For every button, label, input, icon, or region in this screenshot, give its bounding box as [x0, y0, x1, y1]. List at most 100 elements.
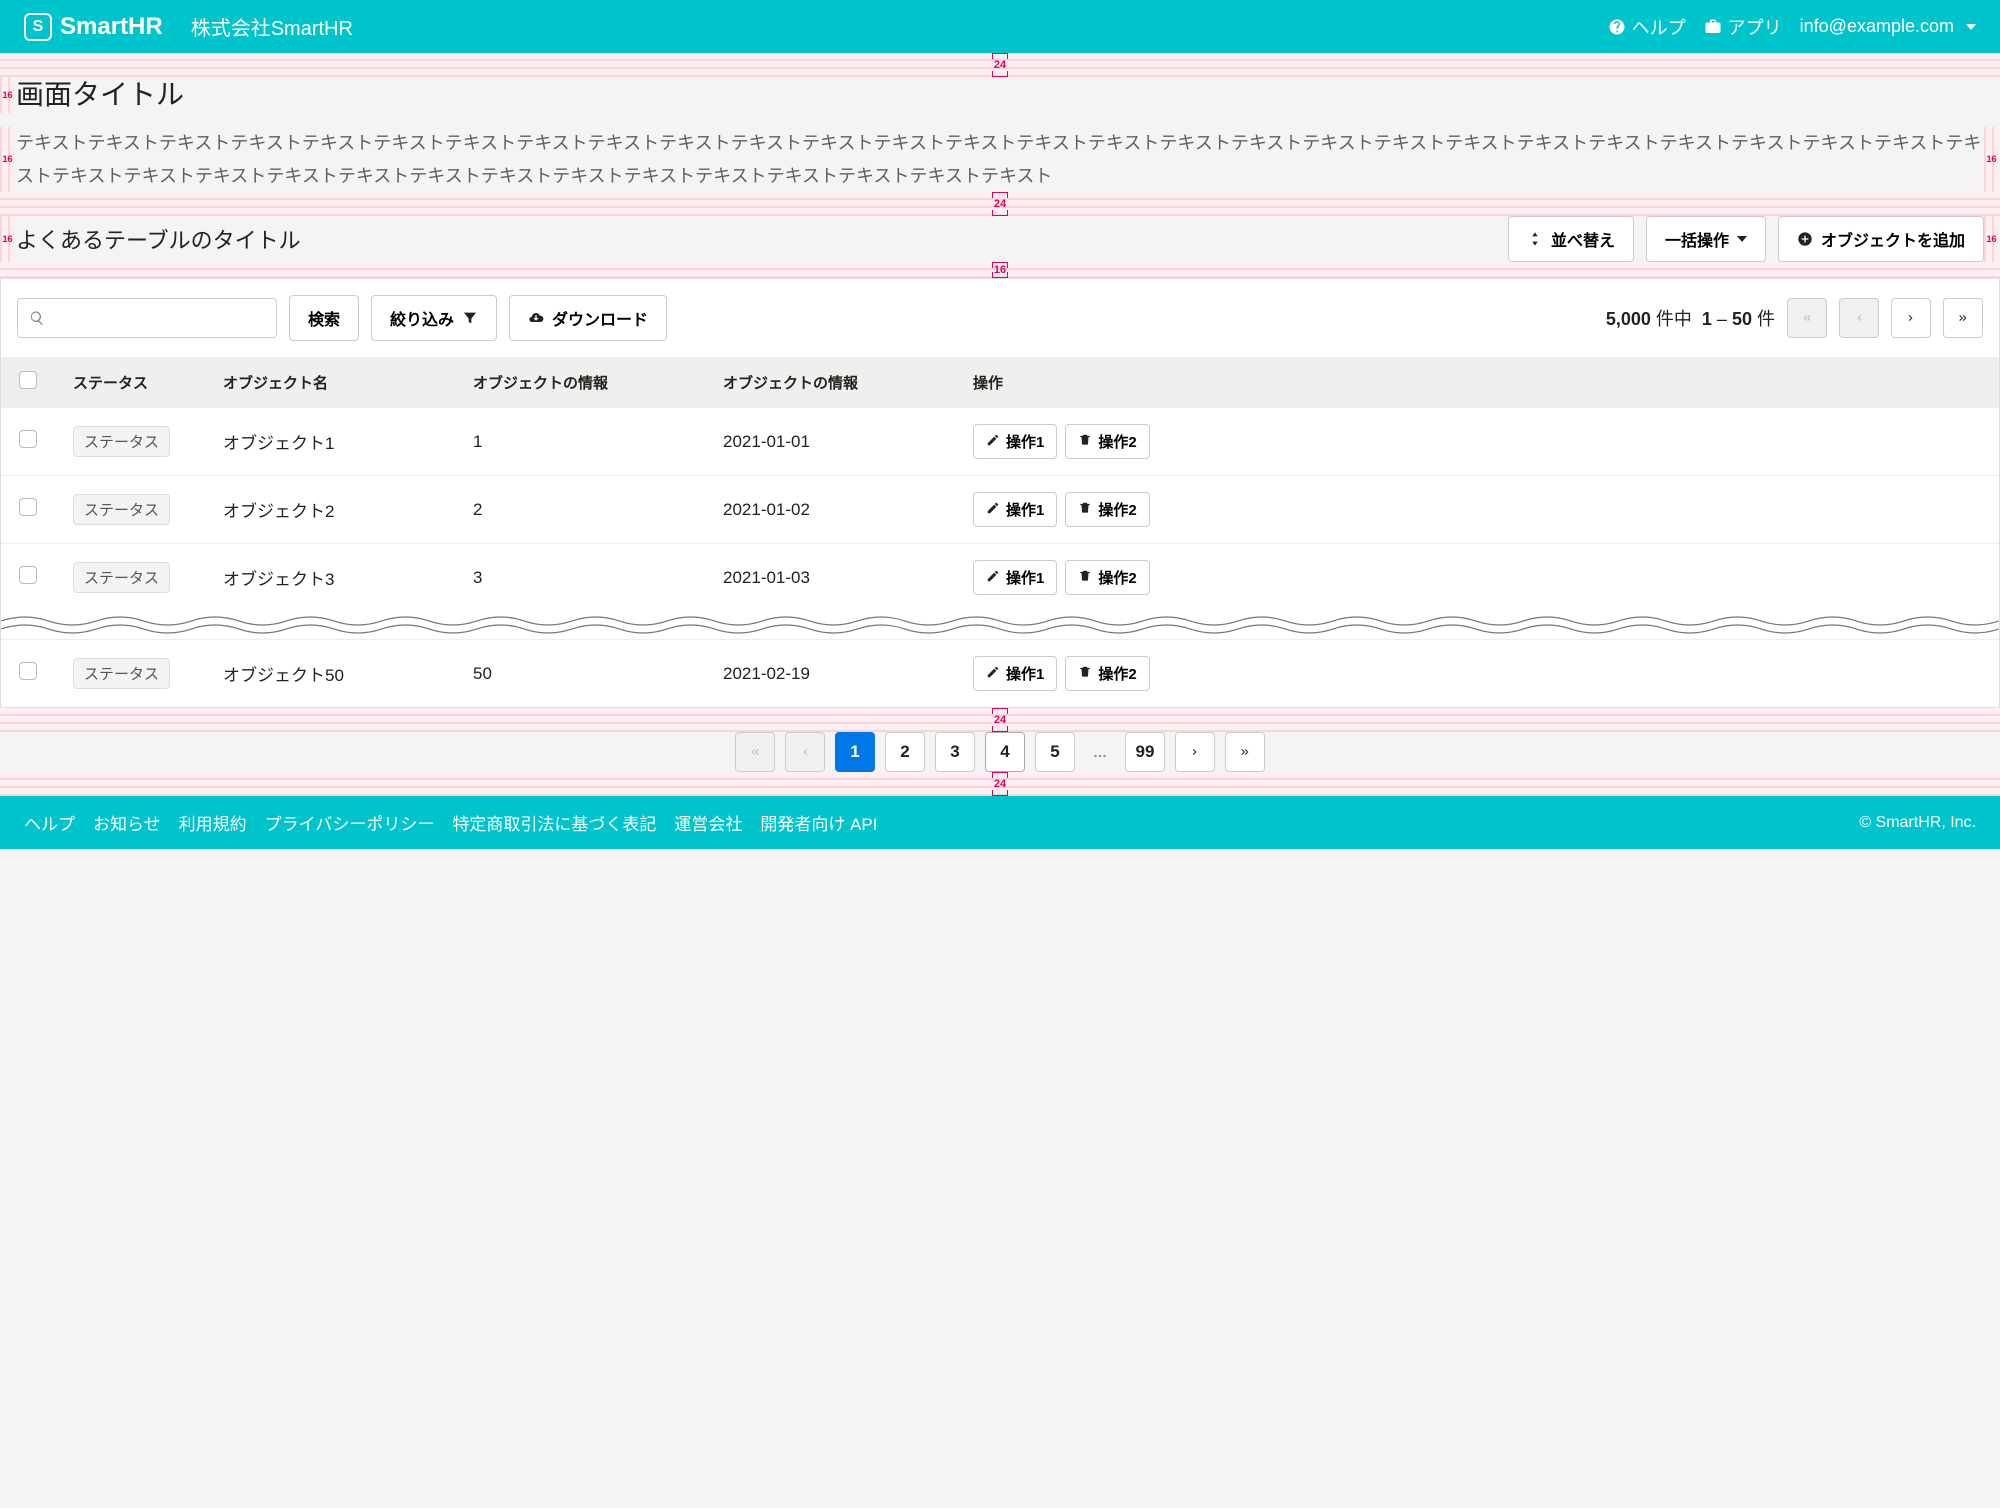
- brand-text: SmartHR: [60, 13, 163, 41]
- page-2[interactable]: 2: [885, 732, 925, 772]
- search-button[interactable]: 検索: [289, 295, 359, 341]
- sort-vertical-icon: [1527, 231, 1543, 247]
- page-last-button[interactable]: [1943, 298, 1983, 338]
- page-4[interactable]: 4: [985, 732, 1025, 772]
- chevrons-right-icon: [1239, 746, 1251, 758]
- status-chip: ステータス: [73, 658, 170, 689]
- row-checkbox[interactable]: [19, 662, 37, 680]
- pad-right-16: 16: [1984, 216, 2000, 262]
- page-title-row: 16 画面タイトル: [0, 77, 2000, 113]
- account-menu[interactable]: info@example.com: [1800, 16, 1976, 37]
- help-icon: [1608, 18, 1626, 36]
- footer-link[interactable]: ヘルプ: [24, 810, 75, 835]
- pencil-icon: [986, 433, 1000, 451]
- table-panel: 検索 絞り込み ダウンロード 5,000 件中 1 – 50 件 ステータス オ…: [0, 278, 2000, 708]
- cell-info2: 2021-01-02: [705, 476, 955, 544]
- bottom-pagination: 1 2 3 4 5 … 99: [0, 732, 2000, 772]
- spacer-24: 24: [0, 772, 2000, 796]
- row-action-2[interactable]: 操作2: [1065, 560, 1149, 595]
- caret-down-icon: [1737, 236, 1747, 242]
- row-action-2[interactable]: 操作2: [1065, 424, 1149, 459]
- help-link[interactable]: ヘルプ: [1608, 14, 1686, 40]
- page-next-button[interactable]: [1891, 298, 1931, 338]
- page-next-button[interactable]: [1175, 732, 1215, 772]
- pencil-icon: [986, 569, 1000, 587]
- pad-left-16: 16: [0, 216, 16, 262]
- status-chip: ステータス: [73, 562, 170, 593]
- cell-info2: 2021-02-19: [705, 640, 955, 708]
- pad-left-16: 16: [0, 77, 16, 113]
- cell-name: オブジェクト2: [205, 476, 455, 544]
- brand-logo[interactable]: S SmartHR: [24, 13, 163, 41]
- row-checkbox[interactable]: [19, 498, 37, 516]
- row-action-1[interactable]: 操作1: [973, 560, 1057, 595]
- page-first-button[interactable]: [1787, 298, 1827, 338]
- cell-info1: 50: [455, 640, 705, 708]
- trash-icon: [1078, 665, 1092, 683]
- download-button[interactable]: ダウンロード: [509, 295, 667, 341]
- trash-icon: [1078, 501, 1092, 519]
- cell-info1: 1: [455, 408, 705, 476]
- chevron-left-icon: [799, 746, 811, 758]
- search-input[interactable]: [17, 298, 277, 338]
- status-chip: ステータス: [73, 426, 170, 457]
- row-action-1[interactable]: 操作1: [973, 424, 1057, 459]
- status-chip: ステータス: [73, 494, 170, 525]
- cell-name: オブジェクト3: [205, 544, 455, 612]
- cell-name: オブジェクト1: [205, 408, 455, 476]
- table-toolbar: 検索 絞り込み ダウンロード 5,000 件中 1 – 50 件: [1, 279, 1999, 357]
- page-ellipsis: …: [1085, 732, 1115, 772]
- chevron-left-icon: [1853, 312, 1865, 324]
- spacer-24: 24: [0, 708, 2000, 732]
- caret-down-icon: [1966, 24, 1976, 30]
- page-prev-button[interactable]: [1839, 298, 1879, 338]
- page-5[interactable]: 5: [1035, 732, 1075, 772]
- cell-info1: 3: [455, 544, 705, 612]
- select-all-checkbox[interactable]: [19, 371, 37, 389]
- objects-table: ステータス オブジェクト名 オブジェクトの情報 オブジェクトの情報 操作 ステー…: [1, 357, 1999, 707]
- plus-circle-icon: [1797, 231, 1813, 247]
- row-checkbox[interactable]: [19, 430, 37, 448]
- search-icon: [29, 310, 45, 326]
- add-object-button[interactable]: オブジェクトを追加: [1778, 216, 1984, 262]
- chevron-right-icon: [1905, 312, 1917, 324]
- page-3[interactable]: 3: [935, 732, 975, 772]
- row-action-1[interactable]: 操作1: [973, 492, 1057, 527]
- spacer-24: 24: [0, 192, 2000, 216]
- row-action-1[interactable]: 操作1: [973, 656, 1057, 691]
- sort-button[interactable]: 並べ替え: [1508, 216, 1634, 262]
- footer-link[interactable]: お知らせ: [93, 810, 161, 835]
- page-prev-button[interactable]: [785, 732, 825, 772]
- bulk-action-button[interactable]: 一括操作: [1646, 216, 1766, 262]
- table-header-row: ステータス オブジェクト名 オブジェクトの情報 オブジェクトの情報 操作: [1, 357, 1999, 408]
- global-footer: ヘルプお知らせ利用規約プライバシーポリシー特定商取引法に基づく表記運営会社開発者…: [0, 796, 2000, 849]
- footer-link[interactable]: 利用規約: [179, 810, 247, 835]
- page-last-button[interactable]: [1225, 732, 1265, 772]
- row-action-2[interactable]: 操作2: [1065, 492, 1149, 527]
- page-description-row: 16 テキストテキストテキストテキストテキストテキストテキストテキストテキストテ…: [0, 127, 2000, 192]
- page-first-button[interactable]: [735, 732, 775, 772]
- footer-link[interactable]: 開発者向け API: [760, 810, 877, 835]
- pencil-icon: [986, 665, 1000, 683]
- app-link[interactable]: アプリ: [1704, 14, 1782, 40]
- cell-info2: 2021-01-01: [705, 408, 955, 476]
- col-info2: オブジェクトの情報: [705, 357, 955, 408]
- filter-button[interactable]: 絞り込み: [371, 295, 497, 341]
- col-status: ステータス: [55, 357, 205, 408]
- footer-copyright: © SmartHR, Inc.: [1859, 814, 1976, 832]
- spacer-16: 16: [0, 262, 2000, 278]
- chevrons-left-icon: [749, 746, 761, 758]
- trash-icon: [1078, 569, 1092, 587]
- page-last-num[interactable]: 99: [1125, 732, 1165, 772]
- col-actions: 操作: [955, 357, 1999, 408]
- footer-link[interactable]: 特定商取引法に基づく表記: [452, 810, 656, 835]
- page-1[interactable]: 1: [835, 732, 875, 772]
- row-checkbox[interactable]: [19, 566, 37, 584]
- pencil-icon: [986, 501, 1000, 519]
- result-count: 5,000 件中 1 – 50 件: [1606, 305, 1775, 331]
- footer-link[interactable]: プライバシーポリシー: [265, 810, 435, 835]
- table-row: ステータス オブジェクト50 50 2021-02-19 操作1 操作2: [1, 640, 1999, 708]
- row-action-2[interactable]: 操作2: [1065, 656, 1149, 691]
- spacer-24: 24: [0, 53, 2000, 77]
- footer-link[interactable]: 運営会社: [674, 810, 742, 835]
